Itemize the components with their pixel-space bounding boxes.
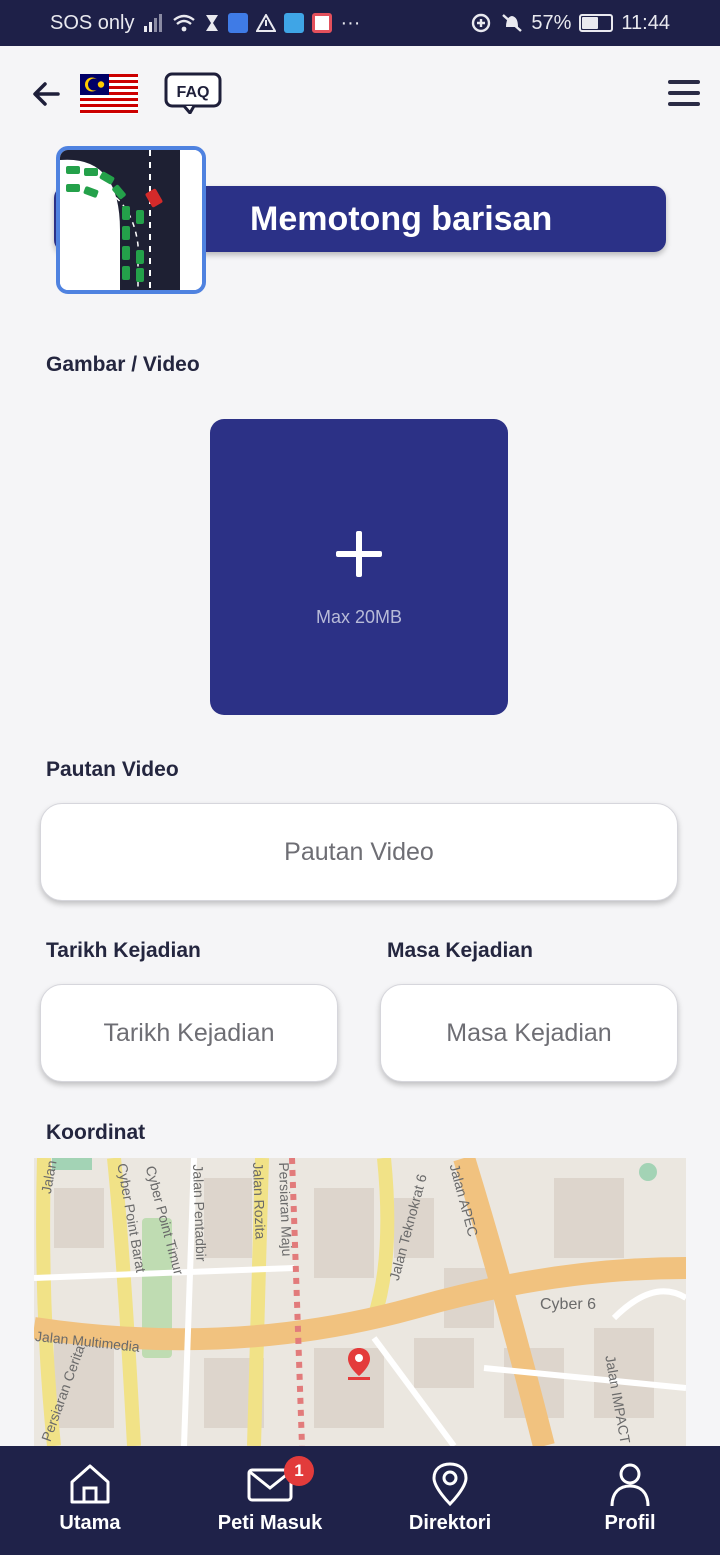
category-title: Memotong barisan bbox=[250, 200, 553, 238]
video-link-field-wrapper bbox=[40, 803, 678, 901]
bottom-navigation: Utama 1 Peti Masuk Direktori Profil bbox=[0, 1446, 720, 1555]
incident-time-label: Masa Kejadian bbox=[387, 939, 533, 962]
status-bar: SOS only ··· 57% 11:44 bbox=[0, 0, 720, 46]
back-button[interactable] bbox=[28, 76, 64, 112]
plus-icon bbox=[336, 531, 382, 577]
language-flag-button[interactable] bbox=[80, 74, 138, 114]
nav-item-utama[interactable]: Utama bbox=[0, 1446, 180, 1555]
map-label-jalan-rozita: Jalan Rozita bbox=[250, 1162, 269, 1240]
map-notification-icon bbox=[312, 13, 333, 33]
top-bar: FAQ bbox=[0, 46, 720, 146]
user-icon bbox=[610, 1463, 650, 1507]
menu-line bbox=[668, 91, 700, 95]
incident-time-input[interactable] bbox=[381, 985, 677, 1081]
data-saver-icon bbox=[472, 13, 491, 33]
wifi-icon bbox=[173, 14, 196, 32]
video-link-input[interactable] bbox=[41, 804, 677, 900]
category-thumbnail bbox=[56, 146, 206, 294]
nav-label-profil: Profil bbox=[604, 1512, 656, 1534]
map-label-cyber-6: Cyber 6 bbox=[540, 1296, 597, 1313]
coordinates-label: Koordinat bbox=[46, 1121, 146, 1144]
upload-size-hint: Max 20MB bbox=[315, 607, 403, 627]
map-pin-icon bbox=[348, 1348, 370, 1380]
map-label-persiaran-maju: Persiaran Maju bbox=[276, 1162, 296, 1257]
warning-icon bbox=[256, 14, 277, 32]
location-map[interactable]: Jalan Ceria Cyber Point Barat Cyber Poin… bbox=[34, 1158, 686, 1446]
video-link-label: Pautan Video bbox=[46, 758, 179, 781]
media-upload-button[interactable]: Max 20MB bbox=[210, 419, 508, 715]
nav-label-utama: Utama bbox=[59, 1512, 121, 1534]
hamburger-menu-button[interactable] bbox=[668, 80, 700, 106]
menu-line bbox=[668, 80, 700, 84]
carrier-text: SOS only bbox=[50, 11, 135, 34]
home-icon bbox=[70, 1464, 110, 1504]
battery-percent: 57% bbox=[531, 11, 572, 34]
nav-label-direktori: Direktori bbox=[408, 1512, 492, 1534]
status-left: SOS only ··· bbox=[50, 12, 360, 35]
incident-date-label: Tarikh Kejadian bbox=[46, 939, 201, 962]
incident-time-field-wrapper bbox=[380, 984, 678, 1082]
arrow-left-icon bbox=[33, 82, 60, 106]
cutting-queue-illustration-icon bbox=[60, 150, 202, 290]
battery-fill bbox=[582, 17, 599, 29]
map-label-jalan-pentadbir: Jalan Pentadbir bbox=[190, 1164, 210, 1262]
incident-date-input[interactable] bbox=[41, 985, 337, 1081]
clock: 11:44 bbox=[621, 11, 670, 34]
nav-item-profil[interactable]: Profil bbox=[540, 1446, 720, 1555]
status-right: 57% 11:44 bbox=[469, 12, 670, 35]
app-notification-icon bbox=[228, 13, 249, 33]
location-icon bbox=[432, 1462, 468, 1507]
nav-label-peti-masuk: Peti Masuk bbox=[217, 1512, 323, 1534]
faq-bubble-icon: FAQ bbox=[164, 72, 222, 115]
malaysia-flag-icon bbox=[80, 74, 138, 114]
mute-icon bbox=[502, 14, 523, 32]
menu-line bbox=[668, 102, 700, 106]
chat-notification-icon bbox=[284, 13, 305, 33]
signal-icon bbox=[144, 14, 163, 32]
media-label: Gambar / Video bbox=[46, 353, 200, 376]
nav-item-direktori[interactable]: Direktori bbox=[360, 1446, 540, 1555]
battery-icon bbox=[579, 14, 614, 32]
nav-item-peti-masuk[interactable]: 1 Peti Masuk bbox=[180, 1446, 360, 1555]
faq-label: FAQ bbox=[177, 84, 210, 101]
faq-button[interactable]: FAQ bbox=[164, 72, 222, 115]
hourglass-icon bbox=[206, 15, 219, 31]
more-notifications-icon: ··· bbox=[340, 11, 361, 34]
incident-date-field-wrapper bbox=[40, 984, 338, 1082]
unread-badge: 1 bbox=[284, 1456, 314, 1486]
